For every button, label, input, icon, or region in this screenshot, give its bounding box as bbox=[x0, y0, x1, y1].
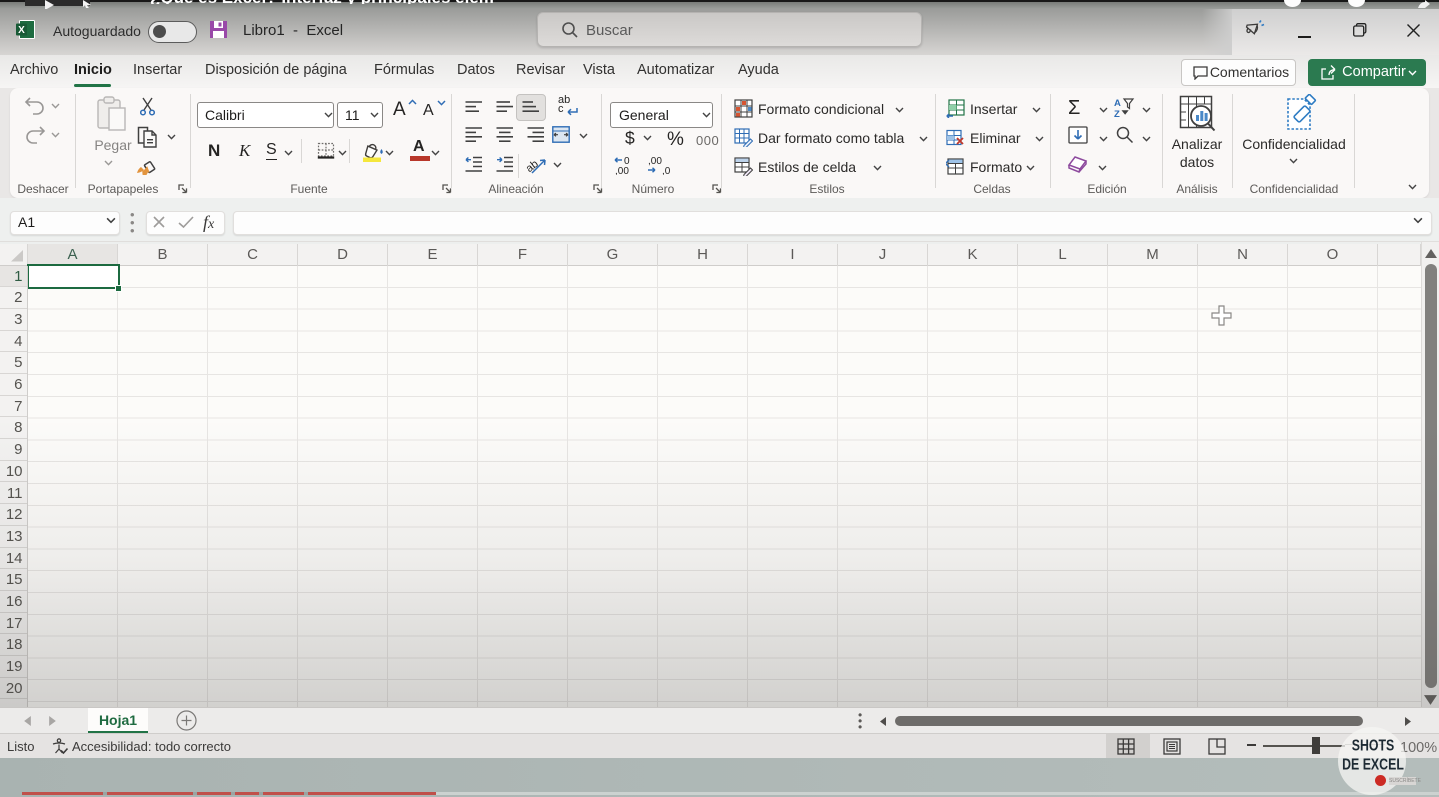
svg-text:,0: ,0 bbox=[662, 166, 671, 175]
svg-text:,00: ,00 bbox=[648, 156, 662, 167]
svg-text:Z: Z bbox=[1114, 109, 1120, 119]
svg-text:,00: ,00 bbox=[615, 166, 629, 175]
svg-text:A: A bbox=[1114, 98, 1121, 109]
svg-text:X: X bbox=[18, 25, 25, 36]
